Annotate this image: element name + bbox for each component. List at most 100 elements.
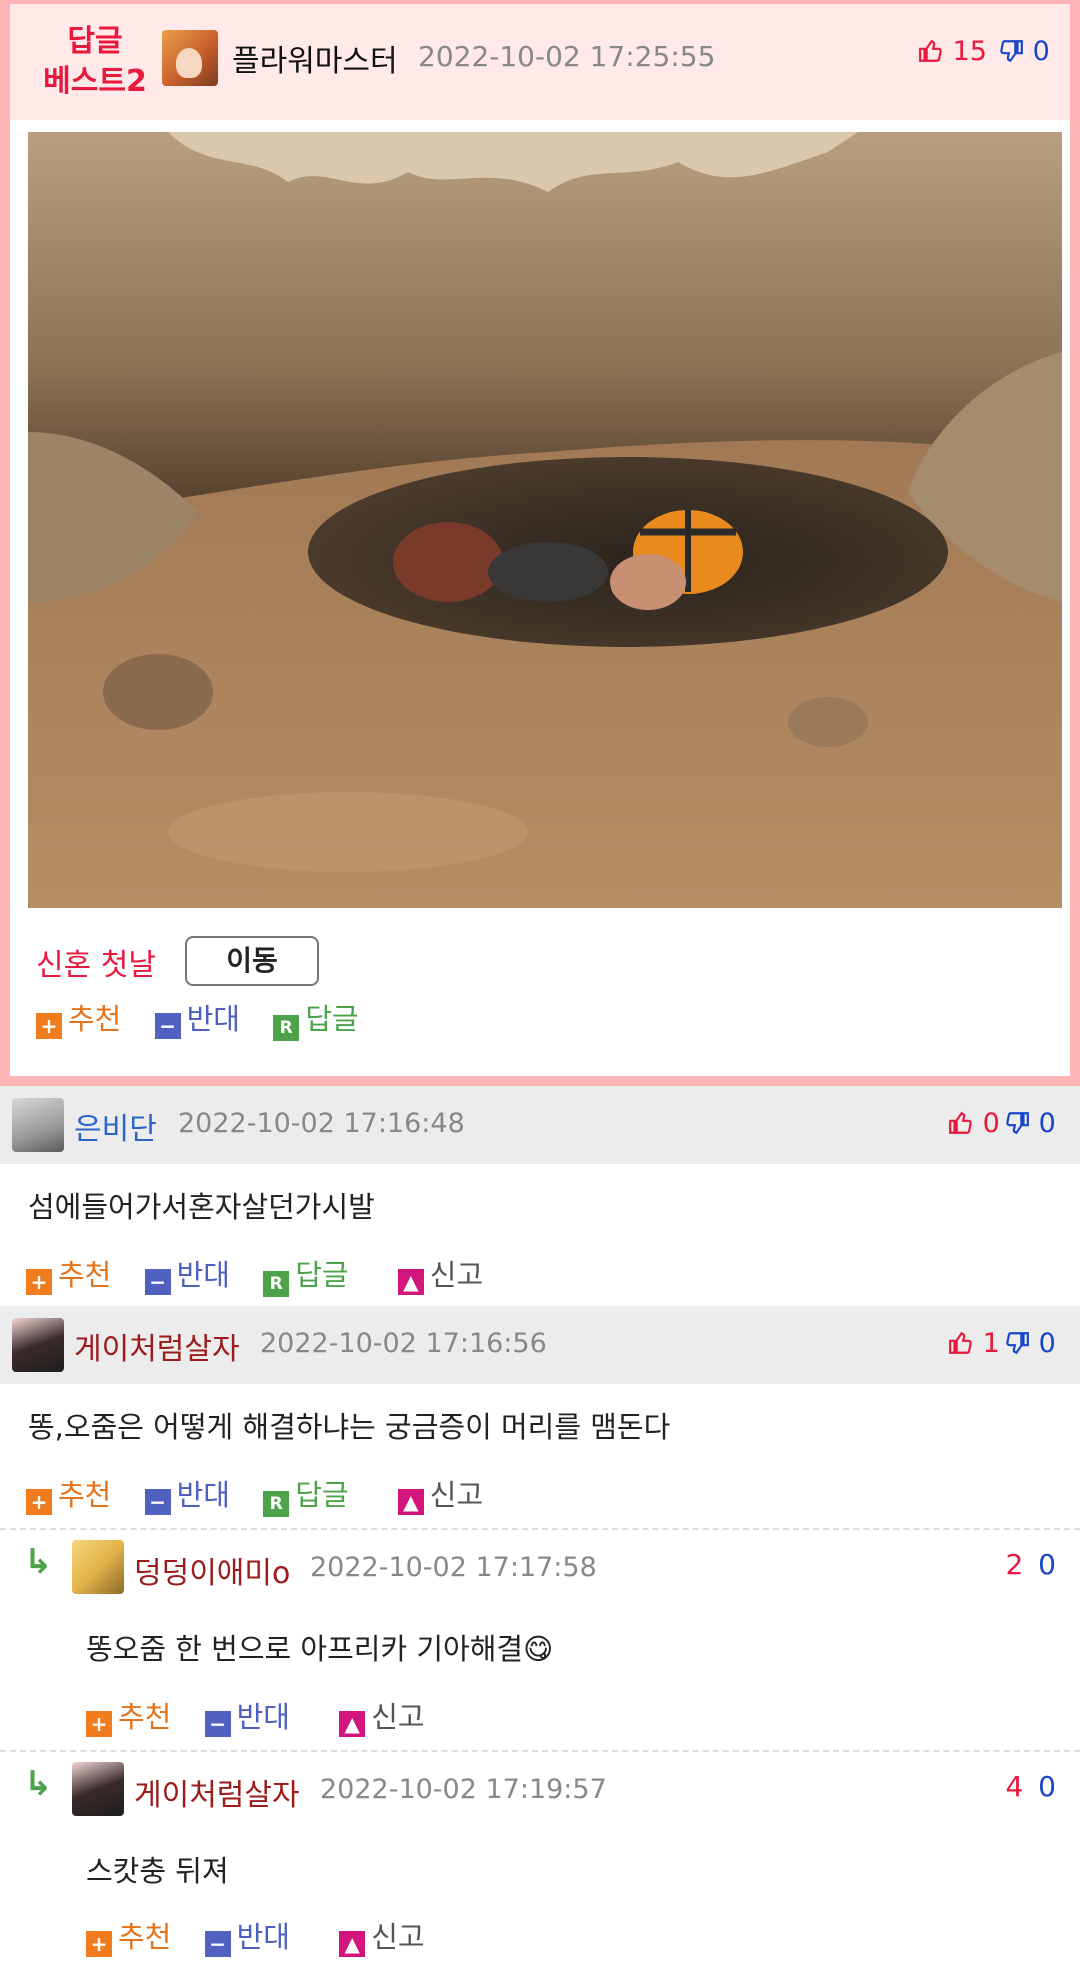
like-count: 0 (982, 1108, 1000, 1139)
reply-button[interactable]: R 답글 (263, 1252, 349, 1297)
oppose-button[interactable]: − 반대 (144, 1472, 230, 1515)
author-name[interactable]: 플라워마스터 (232, 36, 398, 80)
oppose-button[interactable]: − 반대 (154, 996, 240, 1039)
cave-photo-image (28, 132, 1062, 908)
reply-button[interactable]: R 답글 (273, 996, 359, 1041)
like-count: 2 (1005, 1548, 1024, 1581)
avatar[interactable] (162, 30, 218, 86)
badge-line-2: 베스트2 (43, 64, 147, 99)
best-reply-header: 답글 베스트2 플라워마스터 2022-10-02 17:25:55 15 0 (10, 4, 1070, 120)
reply-icon: R (263, 1491, 290, 1517)
best-reply-box: 답글 베스트2 플라워마스터 2022-10-02 17:25:55 15 0 (0, 0, 1080, 1086)
like-count-group[interactable]: 1 (948, 1328, 1000, 1359)
divider (0, 1750, 1080, 1752)
dislike-count: 0 (1038, 1548, 1056, 1581)
divider (0, 1528, 1080, 1530)
post-datetime: 2022-10-02 17:19:57 (320, 1774, 607, 1805)
like-count-group[interactable]: 15 (918, 36, 987, 67)
minus-icon: − (154, 1013, 181, 1039)
oppose-label: 반대 (176, 1478, 230, 1512)
minus-icon: − (144, 1269, 171, 1295)
comment-header: 은비단 2022-10-02 17:16:48 0 0 (0, 1086, 1080, 1164)
recommend-button[interactable]: + 추천 (26, 1472, 111, 1515)
like-count: 1 (982, 1328, 1000, 1359)
report-label: 신고 (371, 1700, 425, 1734)
oppose-button[interactable]: − 반대 (144, 1252, 230, 1295)
reply-label: 답글 (295, 1258, 349, 1292)
move-button[interactable]: 이동 (185, 936, 319, 986)
post-datetime: 2022-10-02 17:17:58 (310, 1552, 597, 1583)
like-count: 15 (952, 36, 987, 67)
reply-button[interactable]: R 답글 (263, 1472, 349, 1517)
author-name[interactable]: 게이처럼살자 (74, 1324, 240, 1368)
post-title-link[interactable]: 신혼 첫날 (36, 940, 156, 984)
avatar[interactable] (12, 1318, 64, 1372)
recommend-label: 추천 (68, 1002, 122, 1036)
reply-actions: + 추천 − 반대 ▲ 신고 (86, 1694, 449, 1737)
author-name[interactable]: 덩덩이애미o (134, 1548, 290, 1592)
recommend-label: 추천 (118, 1920, 172, 1954)
oppose-button[interactable]: − 반대 (204, 1914, 290, 1957)
recommend-label: 추천 (58, 1478, 112, 1512)
report-button[interactable]: ▲ 신고 (339, 1694, 425, 1737)
recommend-button[interactable]: + 추천 (86, 1914, 171, 1957)
like-count: 4 (1005, 1770, 1024, 1803)
dislike-count-group[interactable]: 0 (998, 36, 1050, 67)
thumbs-up-icon (919, 39, 942, 62)
like-count-group[interactable]: 0 (948, 1108, 1000, 1139)
dislike-count-group[interactable]: 0 (1004, 1328, 1056, 1359)
avatar[interactable] (12, 1098, 64, 1152)
recommend-button[interactable]: + 추천 (26, 1252, 111, 1295)
report-button[interactable]: ▲ 신고 (397, 1252, 484, 1295)
thumbs-down-icon (1006, 1112, 1029, 1135)
plus-icon: + (86, 1711, 112, 1737)
report-label: 신고 (429, 1478, 484, 1512)
minus-icon: − (204, 1711, 231, 1737)
minus-icon: − (204, 1931, 231, 1957)
cave-photo[interactable] (28, 132, 1062, 908)
report-button[interactable]: ▲ 신고 (397, 1472, 484, 1515)
report-button[interactable]: ▲ 신고 (339, 1914, 425, 1957)
post-datetime: 2022-10-02 17:16:56 (260, 1328, 547, 1359)
plus-icon: + (36, 1013, 62, 1039)
dislike-count: 0 (1038, 1770, 1056, 1803)
post-datetime: 2022-10-02 17:25:55 (418, 40, 716, 73)
comment-text: 똥,오줌은 어떻게 해결하냐는 궁금증이 머리를 맴돈다 (28, 1410, 671, 1444)
recommend-label: 추천 (58, 1258, 112, 1292)
recommend-label: 추천 (118, 1700, 172, 1734)
avatar[interactable] (72, 1762, 124, 1816)
oppose-button[interactable]: − 반대 (204, 1694, 290, 1737)
siren-icon: ▲ (397, 1269, 424, 1295)
reply-arrow-icon: ↳ (24, 1764, 53, 1804)
thumbs-up-icon (949, 1111, 972, 1134)
thumbs-up-icon (949, 1331, 972, 1354)
comment-text: 섬에들어가서혼자살던가시발 (28, 1190, 375, 1224)
comment-actions: + 추천 − 반대 R 답글 ▲ 신고 (26, 1472, 507, 1517)
dislike-count-group[interactable]: 0 (1004, 1108, 1056, 1139)
dislike-count: 0 (1032, 36, 1050, 67)
author-name[interactable]: 게이처럼살자 (134, 1770, 300, 1814)
reply-icon: R (263, 1271, 290, 1297)
report-label: 신고 (429, 1258, 484, 1292)
best-reply-badge: 답글 베스트2 (30, 22, 160, 102)
oppose-label: 반대 (236, 1700, 290, 1734)
comment-header: 게이처럼살자 2022-10-02 17:16:56 1 0 (0, 1306, 1080, 1384)
oppose-label: 반대 (236, 1920, 290, 1954)
recommend-button[interactable]: + 추천 (86, 1694, 171, 1737)
reply-text: 스캇충 뒤져 (86, 1854, 229, 1888)
reply-label: 답글 (295, 1478, 349, 1512)
plus-icon: + (86, 1931, 112, 1957)
comment-actions: + 추천 − 반대 R 답글 ▲ 신고 (26, 1252, 507, 1297)
comment-page: 답글 베스트2 플라워마스터 2022-10-02 17:25:55 15 0 (0, 0, 1080, 1961)
reply-icon: R (273, 1015, 300, 1041)
dislike-count: 0 (1038, 1328, 1056, 1359)
siren-icon: ▲ (339, 1711, 366, 1737)
avatar[interactable] (72, 1540, 124, 1594)
author-name[interactable]: 은비단 (74, 1104, 157, 1148)
thumbs-down-icon (1000, 40, 1023, 63)
reply-label: 답글 (305, 1002, 359, 1036)
recommend-button[interactable]: + 추천 (36, 996, 121, 1039)
best-reply-actions: + 추천 − 반대 R 답글 (36, 996, 383, 1041)
thumbs-down-icon (1006, 1332, 1029, 1355)
reply-arrow-icon: ↳ (24, 1542, 53, 1582)
